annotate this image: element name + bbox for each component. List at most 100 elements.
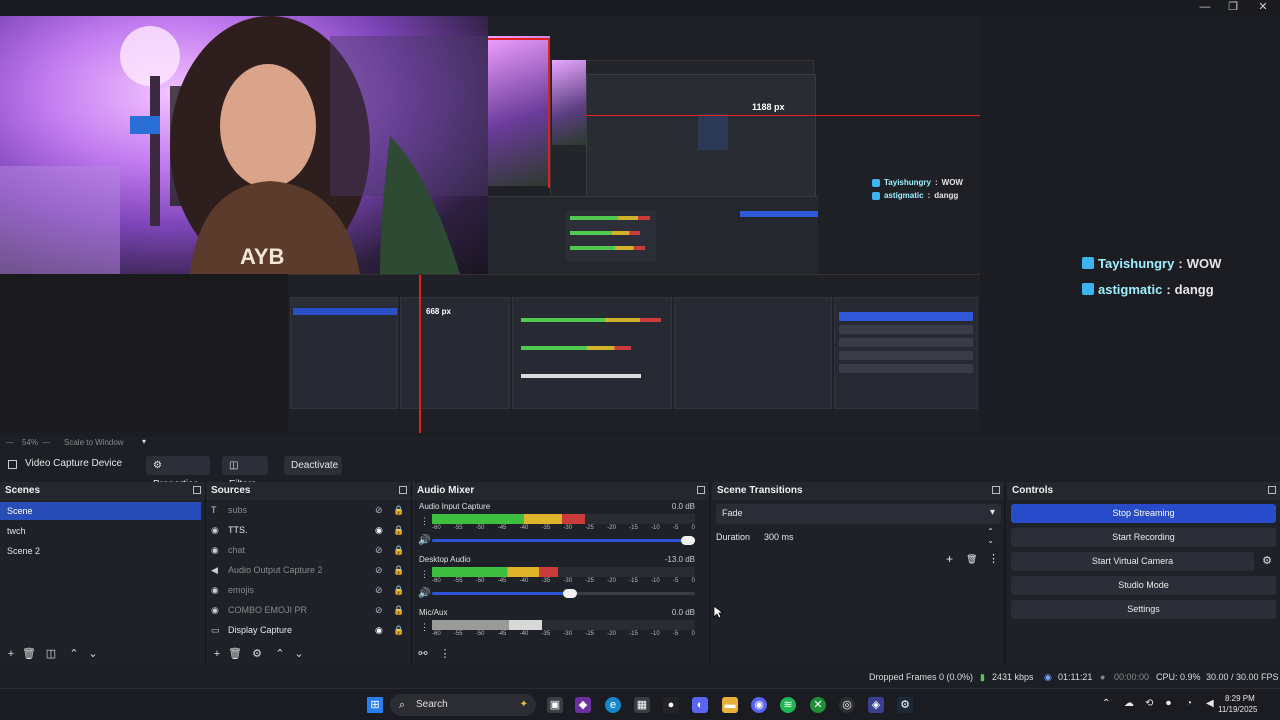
- more-icon[interactable]: ⋮: [420, 622, 429, 633]
- undock-icon[interactable]: [399, 486, 407, 494]
- start-recording-button[interactable]: Start Recording: [1011, 528, 1276, 547]
- more-icon[interactable]: ⋮: [438, 647, 452, 661]
- trash-icon[interactable]: 🗑: [228, 647, 242, 661]
- gear-icon[interactable]: ⚙: [250, 647, 264, 661]
- eye-icon[interactable]: ◉: [375, 525, 385, 535]
- volume-icon[interactable]: ◀: [1206, 698, 1214, 709]
- taskbar-search[interactable]: ⌕ Search ✦: [390, 694, 536, 716]
- scene-item[interactable]: Scene: [0, 502, 201, 520]
- undock-icon[interactable]: [193, 486, 201, 494]
- scene-item[interactable]: twch: [0, 522, 201, 540]
- zoom-plus-icon[interactable]: —: [42, 438, 50, 447]
- eye-hidden-icon[interactable]: ⊘: [375, 505, 385, 515]
- eye-hidden-icon[interactable]: ⊘: [375, 545, 385, 555]
- restore-button[interactable]: ❐: [1218, 0, 1248, 16]
- more-icon[interactable]: ⋮: [420, 569, 429, 580]
- move-up-icon[interactable]: ⌃: [67, 647, 81, 661]
- move-down-icon[interactable]: ⌄: [292, 647, 306, 661]
- source-item[interactable]: ◉ emojis ⊘ 🔒: [206, 580, 411, 600]
- trash-icon[interactable]: 🗑: [22, 647, 36, 661]
- task-view-icon[interactable]: ▣: [547, 697, 563, 713]
- settings-button[interactable]: Settings: [1011, 600, 1276, 619]
- spin-up-icon[interactable]: ⌃: [987, 527, 994, 536]
- volume-knob[interactable]: [562, 589, 577, 598]
- undock-icon[interactable]: [1268, 486, 1276, 494]
- move-down-icon[interactable]: ⌄: [86, 647, 100, 661]
- lock-icon[interactable]: 🔒: [393, 505, 404, 515]
- wifi-icon[interactable]: ◔: [1186, 698, 1192, 709]
- filter-icon[interactable]: ◫: [44, 647, 58, 661]
- app-icon[interactable]: ◆: [575, 697, 591, 713]
- volume-slider[interactable]: [432, 536, 695, 545]
- start-virtual-camera-button[interactable]: Start Virtual Camera: [1011, 552, 1254, 571]
- spotify-icon[interactable]: ≋: [780, 697, 796, 713]
- undock-icon[interactable]: [992, 486, 1000, 494]
- scale-tick: -60: [432, 631, 441, 637]
- cloud-icon[interactable]: ☁: [1124, 698, 1134, 709]
- steam-icon[interactable]: ⚙: [897, 697, 913, 713]
- add-icon[interactable]: +: [4, 647, 18, 661]
- game-icon[interactable]: ◈: [868, 697, 884, 713]
- source-item[interactable]: ◀ Audio Output Capture 2 ⊘ 🔒: [206, 560, 411, 580]
- source-item[interactable]: ◉ TTS. ◉ 🔒: [206, 520, 411, 540]
- lock-icon[interactable]: 🔒: [393, 525, 404, 535]
- trash-icon[interactable]: 🗑: [966, 554, 977, 565]
- minimize-button[interactable]: —: [1190, 0, 1220, 16]
- lock-icon[interactable]: 🔒: [393, 545, 404, 555]
- clock-time[interactable]: 8:29 PM: [1225, 694, 1255, 703]
- deactivate-button[interactable]: Deactivate: [284, 456, 342, 475]
- lock-icon[interactable]: 🔒: [393, 585, 404, 595]
- lock-icon[interactable]: 🔒: [393, 605, 404, 615]
- spin-down-icon[interactable]: ⌄: [987, 536, 994, 545]
- source-item[interactable]: ▭ Display Capture ◉ 🔒: [206, 620, 411, 640]
- start-icon[interactable]: ⊞: [367, 697, 383, 713]
- filters-button[interactable]: ◫ Filters: [222, 456, 268, 490]
- stop-streaming-button[interactable]: Stop Streaming: [1011, 504, 1276, 523]
- scene-item[interactable]: Scene 2: [0, 542, 201, 560]
- gear-icon[interactable]: ⚙: [1262, 554, 1272, 567]
- discord-icon[interactable]: ◐: [692, 697, 708, 713]
- source-item[interactable]: T subs ⊘ 🔒: [206, 500, 411, 520]
- eye-icon[interactable]: ◉: [375, 625, 385, 635]
- preview-canvas[interactable]: AYB 1188 px Tayishungry: WOW astigmatic…: [0, 16, 980, 433]
- eye-hidden-icon[interactable]: ⊘: [375, 565, 385, 575]
- undock-icon[interactable]: [697, 486, 705, 494]
- transition-select[interactable]: Fade ▾: [716, 504, 1001, 524]
- source-item[interactable]: ◉ chat ⊘ 🔒: [206, 540, 411, 560]
- eye-hidden-icon[interactable]: ⊘: [375, 605, 385, 615]
- chat-app-icon[interactable]: ◉: [751, 697, 767, 713]
- volume-knob[interactable]: [681, 536, 695, 545]
- folder-icon[interactable]: ▬: [722, 697, 738, 713]
- pin-icon[interactable]: ●: [663, 697, 679, 713]
- properties-button[interactable]: ⚙ Properties: [146, 456, 210, 490]
- obs-icon[interactable]: ◎: [839, 697, 855, 713]
- more-icon[interactable]: ⋮: [420, 516, 429, 527]
- studio-mode-button[interactable]: Studio Mode: [1011, 576, 1276, 595]
- add-icon[interactable]: +: [946, 552, 953, 566]
- lock-icon[interactable]: 🔒: [393, 565, 404, 575]
- duration-input[interactable]: 300 ms ⌃ ⌄: [760, 527, 1000, 546]
- zoom-level[interactable]: 54%: [22, 438, 38, 447]
- network-icon[interactable]: ⟲: [1145, 698, 1153, 709]
- preview-area[interactable]: AYB 1188 px Tayishungry: WOW astigmatic…: [0, 16, 1280, 436]
- clock-date[interactable]: 11/19/2025: [1218, 705, 1257, 714]
- zoom-minus-icon[interactable]: —: [6, 438, 14, 447]
- speaker-icon[interactable]: 🔊: [418, 535, 430, 546]
- move-up-icon[interactable]: ⌃: [273, 647, 287, 661]
- tray-chevron-icon[interactable]: ⌃: [1102, 698, 1110, 709]
- close-button[interactable]: ✕: [1248, 0, 1278, 16]
- store-icon[interactable]: ▦: [634, 697, 650, 713]
- mic-icon[interactable]: ⏺: [1166, 698, 1171, 709]
- speaker-icon[interactable]: 🔊: [418, 588, 430, 599]
- add-icon[interactable]: +: [210, 647, 224, 661]
- edge-icon[interactable]: e: [605, 697, 621, 713]
- link-icon[interactable]: ⚯: [416, 647, 430, 661]
- eye-hidden-icon[interactable]: ⊘: [375, 585, 385, 595]
- lock-icon[interactable]: 🔒: [393, 625, 404, 635]
- chevron-down-icon[interactable]: ▾: [142, 437, 146, 446]
- scale-mode[interactable]: Scale to Window: [64, 438, 124, 447]
- xbox-icon[interactable]: ✕: [810, 697, 826, 713]
- volume-slider[interactable]: [432, 589, 695, 598]
- source-item[interactable]: ◉ COMBO EMOJI PR ⊘ 🔒: [206, 600, 411, 620]
- more-icon[interactable]: ⋮: [988, 552, 999, 565]
